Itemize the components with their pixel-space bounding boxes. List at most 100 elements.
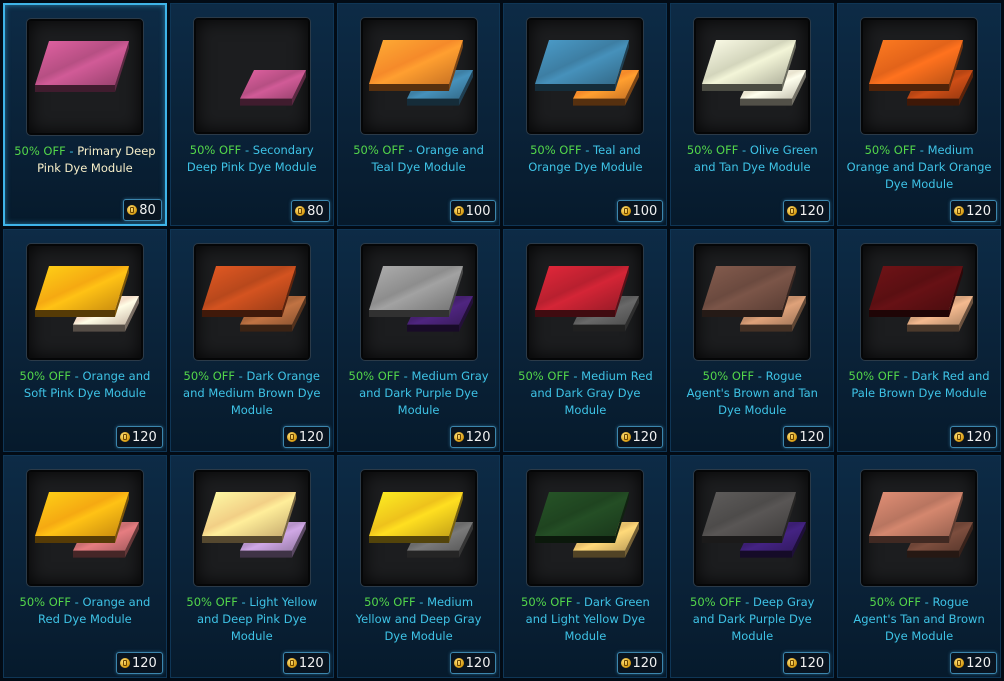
cartel-coin-icon (954, 432, 965, 442)
item-caption: 50% OFF - Orange and Soft Pink Dye Modul… (12, 368, 158, 402)
cartel-coin-icon (787, 432, 798, 442)
cartel-coin-icon (787, 658, 798, 668)
dye-module-icon (26, 470, 143, 586)
discount-label: 50% OFF (864, 143, 917, 157)
separator: - (738, 143, 750, 157)
item-caption: 50% OFF - Rogue Agent's Tan and Brown Dy… (846, 594, 992, 645)
item-caption: 50% OFF - Deep Gray and Dark Purple Dye … (679, 594, 825, 645)
discount-label: 50% OFF (702, 369, 755, 383)
separator: - (754, 369, 766, 383)
discount-label: 50% OFF (869, 595, 921, 609)
dye-module-icon (861, 470, 978, 586)
primary-dye-swatch (201, 492, 296, 543)
primary-dye-swatch (34, 266, 129, 317)
price-tag: 120 (449, 426, 497, 448)
dye-module-icon (26, 244, 143, 360)
dye-module-icon (360, 18, 477, 134)
dye-module-tile[interactable]: 80 50% OFF - Secondary Deep Pink Dye Modu… (169, 3, 334, 226)
price-tag: 100 (616, 200, 664, 222)
separator: - (400, 369, 412, 383)
item-caption: 50% OFF - Medium Red and Dark Gray Dye M… (512, 368, 658, 419)
dye-module-tile[interactable]: 120 50% OFF - Dark Red and Pale Brown Dye… (837, 229, 1001, 452)
primary-dye-swatch (368, 492, 463, 543)
price-tag: 120 (616, 426, 664, 448)
discount-label: 50% OFF (521, 595, 573, 609)
item-caption: 50% OFF - Olive Green and Tan Dye Module (679, 142, 825, 176)
dye-module-icon (527, 18, 644, 134)
dye-module-tile[interactable]: 120 50% OFF - Orange and Red Dye Module (3, 455, 167, 678)
discount-label: 50% OFF (848, 369, 901, 383)
item-caption: 50% OFF - Dark Orange and Medium Brown D… (179, 368, 325, 419)
dye-module-tile[interactable]: 120 50% OFF - Medium Orange and Dark Oran… (837, 3, 1001, 226)
discount-label: 50% OFF (19, 369, 72, 383)
discount-label: 50% OFF (690, 595, 742, 609)
item-caption: 50% OFF - Primary Deep Pink Dye Module (13, 143, 157, 177)
primary-dye-swatch (869, 266, 964, 317)
separator: - (741, 595, 753, 609)
dye-module-tile[interactable]: 120 50% OFF - Medium Yellow and Deep Gray… (336, 455, 501, 678)
discount-label: 50% OFF (189, 143, 242, 157)
dye-module-icon (694, 470, 811, 586)
dye-module-tile[interactable]: 80 50% OFF - Primary Deep Pink Dye Module (3, 3, 167, 226)
primary-dye-swatch (34, 41, 129, 92)
discount-label: 50% OFF (19, 595, 72, 609)
cartel-coin-icon (286, 432, 297, 442)
price-value: 120 (132, 655, 157, 671)
item-caption: 50% OFF - Medium Yellow and Deep Gray Dy… (346, 594, 492, 645)
price-value: 120 (465, 655, 491, 671)
price-value: 120 (298, 429, 324, 445)
cartel-coin-icon (954, 206, 965, 216)
item-caption: 50% OFF - Medium Orange and Dark Orange … (846, 142, 992, 193)
dye-module-tile[interactable]: 120 50% OFF - Dark Green and Light Yellow… (503, 455, 668, 678)
price-tag: 120 (950, 426, 997, 448)
price-value: 120 (799, 203, 825, 219)
dye-module-grid: 80 50% OFF - Primary Deep Pink Dye Module… (0, 0, 1004, 681)
item-caption: 50% OFF - Dark Green and Light Yellow Dy… (512, 594, 658, 645)
separator: - (920, 595, 933, 609)
separator: - (71, 595, 83, 609)
dye-module-icon (26, 19, 143, 135)
dye-module-tile[interactable]: 120 50% OFF - Dark Orange and Medium Brow… (169, 229, 334, 452)
cartel-coin-icon (787, 206, 798, 216)
item-caption: 50% OFF - Orange and Red Dye Module (12, 594, 158, 628)
cartel-coin-icon (453, 206, 464, 216)
dye-module-tile[interactable]: 120 50% OFF - Light Yellow and Deep Pink … (169, 455, 334, 678)
price-tag: 120 (783, 426, 831, 448)
price-value: 120 (966, 429, 991, 445)
item-caption: 50% OFF - Secondary Deep Pink Dye Module (179, 142, 325, 176)
price-tag: 80 (123, 199, 162, 221)
cartel-coin-icon (120, 432, 130, 442)
cartel-coin-icon (620, 432, 631, 442)
dye-module-tile[interactable]: 120 50% OFF - Medium Red and Dark Gray Dy… (503, 229, 668, 452)
dye-module-tile[interactable]: 120 50% OFF - Orange and Soft Pink Dye Mo… (3, 229, 167, 452)
separator: - (572, 595, 584, 609)
price-tag: 120 (282, 652, 330, 674)
price-tag: 80 (291, 200, 330, 222)
separator: - (71, 369, 83, 383)
separator: - (404, 143, 417, 157)
dye-module-tile[interactable]: 100 50% OFF - Orange and Teal Dye Module (336, 3, 501, 226)
cartel-coin-icon (286, 658, 297, 668)
discount-label: 50% OFF (348, 369, 401, 383)
primary-dye-swatch (34, 492, 129, 543)
price-tag: 120 (950, 200, 997, 222)
dye-module-tile[interactable]: 120 50% OFF - Olive Green and Tan Dye Mod… (670, 3, 835, 226)
dye-module-icon (694, 244, 811, 360)
dye-module-tile[interactable]: 120 50% OFF - Rogue Agent's Brown and Tan… (670, 229, 835, 452)
dye-module-tile[interactable]: 120 50% OFF - Deep Gray and Dark Purple D… (670, 455, 835, 678)
price-value: 120 (799, 429, 825, 445)
primary-dye-swatch (702, 40, 797, 91)
price-value: 120 (632, 429, 658, 445)
dye-module-tile[interactable]: 120 50% OFF - Rogue Agent's Tan and Brown… (837, 455, 1001, 678)
dye-module-tile[interactable]: 100 50% OFF - Teal and Orange Dye Module (503, 3, 668, 226)
price-value: 100 (632, 203, 658, 219)
dye-module-icon (527, 244, 644, 360)
price-value: 120 (632, 655, 658, 671)
separator: - (415, 595, 428, 609)
price-tag: 120 (116, 652, 163, 674)
dye-module-tile[interactable]: 120 50% OFF - Medium Gray and Dark Purple… (336, 229, 501, 452)
discount-label: 50% OFF (686, 143, 739, 157)
price-value: 80 (307, 203, 324, 219)
primary-dye-swatch (535, 266, 630, 317)
separator: - (916, 143, 928, 157)
